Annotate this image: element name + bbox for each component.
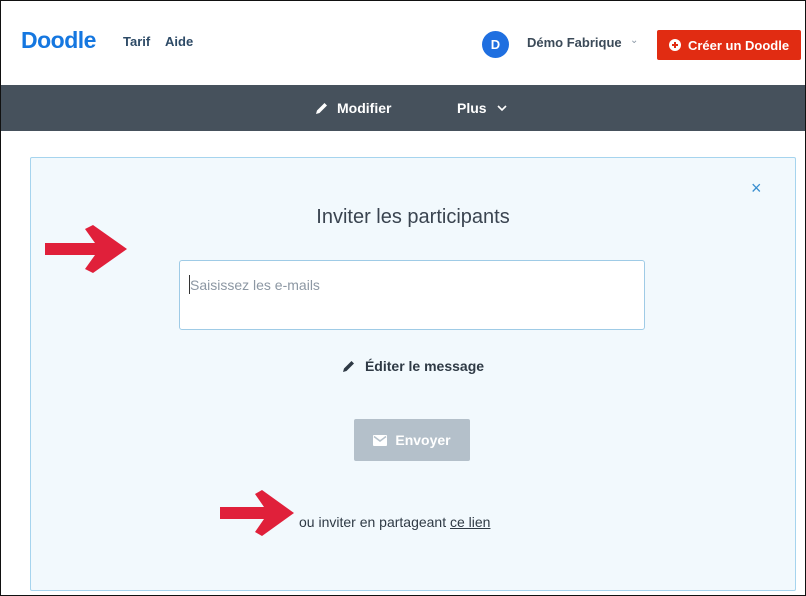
pencil-icon — [342, 361, 354, 372]
invite-participants-panel: × Inviter les participants Saisissez les… — [30, 157, 796, 591]
panel-title: Inviter les participants — [316, 206, 510, 228]
email-placeholder: Saisissez les e-mails — [190, 277, 320, 293]
annotation-arrow-icon — [220, 490, 294, 536]
app-window: Doodle Tarif Aide D Démo Fabrique ⌄ Crée… — [0, 0, 806, 596]
annotation-arrow-icon — [45, 225, 127, 273]
edit-message-button[interactable]: Éditer le message — [31, 358, 795, 374]
chevron-down-icon — [497, 105, 507, 112]
chevron-down-icon[interactable]: ⌄ — [630, 35, 638, 46]
top-header: Doodle Tarif Aide D Démo Fabrique ⌄ Crée… — [1, 1, 805, 85]
nav-link-tarif[interactable]: Tarif — [123, 34, 150, 49]
poll-toolbar: Modifier Plus — [1, 85, 805, 131]
create-doodle-button[interactable]: Créer un Doodle — [657, 30, 801, 60]
plus-circle-icon — [668, 39, 681, 51]
share-link-text: ou inviter en partageant ce lien — [299, 514, 490, 530]
modifier-button[interactable]: Modifier — [315, 85, 391, 131]
send-label: Envoyer — [395, 432, 451, 448]
plus-menu-button[interactable]: Plus — [457, 85, 507, 131]
send-button[interactable]: Envoyer — [354, 419, 470, 461]
modifier-label: Modifier — [337, 100, 392, 116]
create-doodle-label: Créer un Doodle — [687, 37, 790, 53]
plus-label: Plus — [457, 100, 487, 116]
envelope-icon — [373, 434, 388, 446]
share-link[interactable]: ce lien — [450, 514, 490, 530]
doodle-logo[interactable]: Doodle — [21, 27, 96, 54]
pencil-icon — [316, 103, 327, 114]
avatar[interactable]: D — [482, 31, 509, 58]
nav-link-aide[interactable]: Aide — [165, 34, 193, 49]
edit-message-label: Éditer le message — [364, 358, 485, 374]
email-input[interactable]: Saisissez les e-mails — [179, 260, 645, 330]
share-prefix: ou inviter en partageant — [299, 514, 450, 530]
close-icon[interactable]: × — [751, 178, 762, 199]
user-menu-name[interactable]: Démo Fabrique — [527, 35, 622, 50]
